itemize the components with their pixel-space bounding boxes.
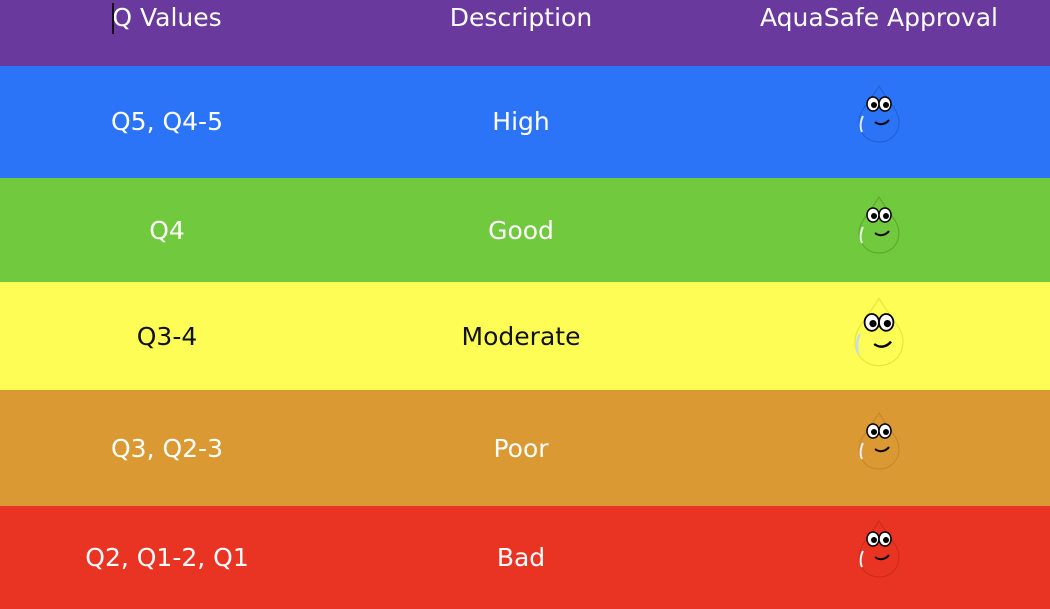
q-values-text: Q3, Q2-3 [111,433,223,463]
q-values-cell: Q5, Q4-5 [0,106,334,137]
description-text: Poor [493,433,549,463]
table-row-bad: Q2, Q1-2, Q1 Bad [0,506,1050,609]
approval-cell [708,297,1050,371]
table-row-high: Q5, Q4-5 High [0,66,1050,178]
q-values-text: Q5, Q4-5 [111,106,223,136]
header-approval-label: AquaSafe Approval [760,3,998,32]
header-q-values-label: Q Values [112,3,222,32]
description-cell: Good [334,216,708,245]
q-values-cell: Q2, Q1-2, Q1 [0,543,334,572]
q-values-text: Q4 [149,215,185,245]
header-cell-description: Description [334,0,708,32]
description-cell: Moderate [334,322,708,351]
table-header-row: Q Values Description AquaSafe Approval [0,0,1050,66]
approval-cell [708,519,1050,581]
description-text: High [492,106,550,136]
header-cell-approval: AquaSafe Approval [708,0,1050,32]
description-text: Good [488,215,554,245]
approval-cell [708,195,1050,257]
q-values-cell: Q4 [0,216,334,245]
description-cell: Bad [334,543,708,572]
q-values-text: Q2, Q1-2, Q1 [85,543,249,572]
table-row-poor: Q3, Q2-3 Poor [0,390,1050,506]
water-drop-face-icon [858,195,900,254]
header-description-label: Description [449,3,593,32]
approval-cell [708,84,1050,146]
q-values-text: Q3-4 [136,321,198,351]
approval-cell [708,411,1050,473]
water-quality-table: Q Values Description AquaSafe Approval Q… [0,0,1050,609]
description-cell: Poor [334,434,708,463]
text-cursor [112,3,114,34]
table-row-good: Q4 Good [0,178,1050,282]
q-values-cell: Q3, Q2-3 [0,434,334,463]
q-values-cell: Q3-4 [0,322,334,351]
description-cell: High [334,106,708,137]
water-drop-face-icon [858,411,900,470]
description-text: Bad [496,543,546,572]
table-row-moderate: Q3-4 Moderate [0,282,1050,390]
water-drop-face-icon [858,519,900,578]
description-text: Moderate [461,321,581,351]
water-drop-face-icon [854,297,904,367]
header-cell-q-values: Q Values [0,0,334,34]
water-drop-face-icon [858,84,900,143]
